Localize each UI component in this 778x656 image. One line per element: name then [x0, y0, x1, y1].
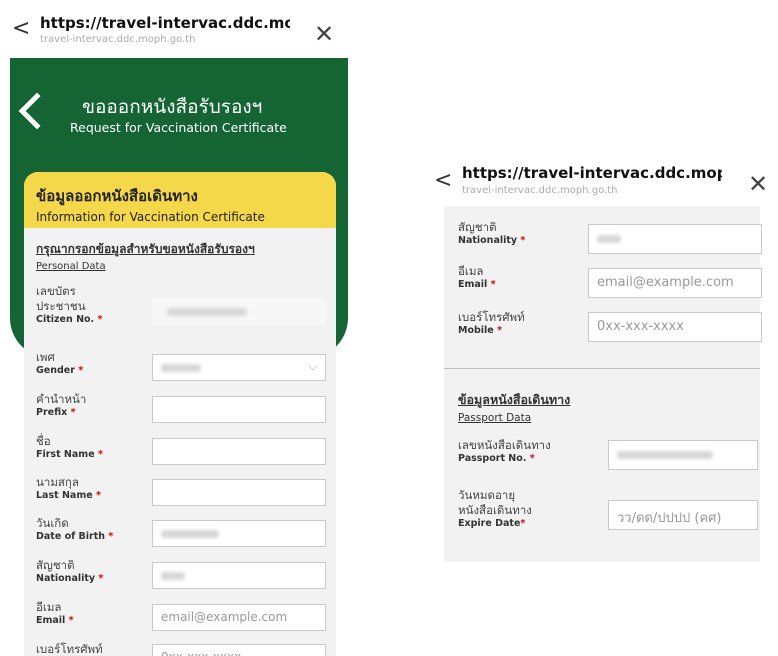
email-row: อีเมล Email * email@example.com	[36, 600, 326, 636]
email-row: อีเมล Email * email@example.com	[458, 264, 762, 304]
section-title-en: Personal Data	[36, 261, 106, 272]
dob-row: วันเกิด Date of Birth *	[36, 516, 326, 552]
browser-url[interactable]: https://travel-intervac.ddc.moph...	[40, 14, 290, 32]
email-input[interactable]: email@example.com	[588, 268, 762, 298]
mobile-input[interactable]: 0xx-xxx-xxxx	[588, 312, 762, 342]
mobile-input[interactable]: 0xx-xxx-xxxx	[152, 644, 326, 656]
browser-host: travel-intervac.ddc.moph.go.th	[40, 34, 196, 45]
left-phone-screen: < https://travel-intervac.ddc.moph... tr…	[8, 0, 348, 656]
email-input[interactable]: email@example.com	[152, 604, 326, 631]
first-name-row: ชื่อ First Name *	[36, 434, 326, 470]
form-panel: สัญชาติ Nationality * อีเมล Email * emai…	[444, 206, 762, 562]
browser-back-icon[interactable]: <	[434, 170, 452, 192]
page-title-en: Request for Vaccination Certificate	[70, 120, 287, 135]
nationality-row: สัญชาติ Nationality *	[36, 558, 326, 594]
first-name-input[interactable]	[152, 438, 326, 465]
last-name-input[interactable]	[152, 479, 326, 506]
blurred-value	[161, 571, 185, 580]
browser-host: travel-intervac.ddc.moph.go.th	[462, 185, 618, 196]
back-arrow-icon[interactable]	[18, 92, 56, 130]
card-header: ข้อมูลออกหนังสือเดินทาง Information for …	[24, 172, 336, 228]
browser-bar: < https://travel-intervac.ddc.moph... tr…	[8, 0, 348, 52]
chevron-down-icon: ⌵	[308, 360, 317, 373]
section-divider	[444, 368, 760, 369]
browser-back-icon[interactable]: <	[12, 18, 30, 40]
browser-close-icon[interactable]: ✕	[748, 172, 768, 196]
card-title-th: ข้อมูลออกหนังสือเดินทาง	[36, 187, 198, 205]
gender-row: เพศ Gender * ⌵	[36, 350, 326, 386]
gender-select[interactable]: ⌵	[152, 354, 326, 381]
blurred-value	[161, 363, 201, 372]
blurred-value	[617, 450, 713, 459]
browser-bar: < https://travel-intervac.ddc.moph... tr…	[430, 150, 778, 202]
expire-date-input[interactable]: วว/ดด/ปปปป (คศ)	[608, 500, 758, 530]
passport-no-row: เลขหนังสือเดินทาง Passport No. *	[458, 438, 758, 478]
blurred-value	[161, 529, 219, 538]
passport-section-heading: ข้อมูลหนังสือเดินทาง Passport Data	[458, 390, 570, 424]
nationality-row: สัญชาติ Nationality *	[458, 220, 762, 260]
browser-close-icon[interactable]: ✕	[314, 22, 334, 46]
citizen-label-th: เลขบัตร	[36, 284, 76, 298]
browser-url[interactable]: https://travel-intervac.ddc.moph...	[462, 164, 722, 182]
nationality-input[interactable]	[588, 224, 762, 254]
prefix-row: คำนำหน้า Prefix *	[36, 392, 326, 428]
last-name-row: นามสกุล Last Name *	[36, 475, 326, 511]
dob-input[interactable]	[152, 520, 326, 547]
prefix-input[interactable]	[152, 396, 326, 423]
citizen-row: เลขบัตร ประชาชน Citizen No. *	[36, 284, 326, 344]
mobile-row: เบอร์โทรศัพท์ 0xx-xxx-xxxx	[36, 642, 326, 656]
right-phone-screen: < https://travel-intervac.ddc.moph... tr…	[430, 150, 778, 600]
passport-section-th: ข้อมูลหนังสือเดินทาง	[458, 392, 571, 407]
page-title-th: ขอออกหนังสือรับรองฯ	[82, 96, 263, 118]
section-title-th: กรุณากรอกข้อมูลสำหรับขอหนังสือรับรองฯ	[36, 242, 255, 256]
nationality-input[interactable]	[152, 562, 326, 589]
expire-date-row: วันหมดอายุ หนังสือเดินทาง Expire Date* ว…	[458, 488, 758, 544]
citizen-no-input[interactable]	[152, 298, 326, 325]
blurred-value	[167, 307, 247, 316]
passport-section-en: Passport Data	[458, 412, 532, 424]
blurred-value	[597, 234, 621, 243]
mobile-row: เบอร์โทรศัพท์ Mobile * 0xx-xxx-xxxx	[458, 310, 762, 350]
form-card: ข้อมูลออกหนังสือเดินทาง Information for …	[24, 172, 336, 656]
section-heading: กรุณากรอกข้อมูลสำหรับขอหนังสือรับรองฯ Pe…	[36, 240, 255, 272]
passport-no-input[interactable]	[608, 440, 758, 470]
card-title-en: Information for Vaccination Certificate	[36, 210, 265, 224]
